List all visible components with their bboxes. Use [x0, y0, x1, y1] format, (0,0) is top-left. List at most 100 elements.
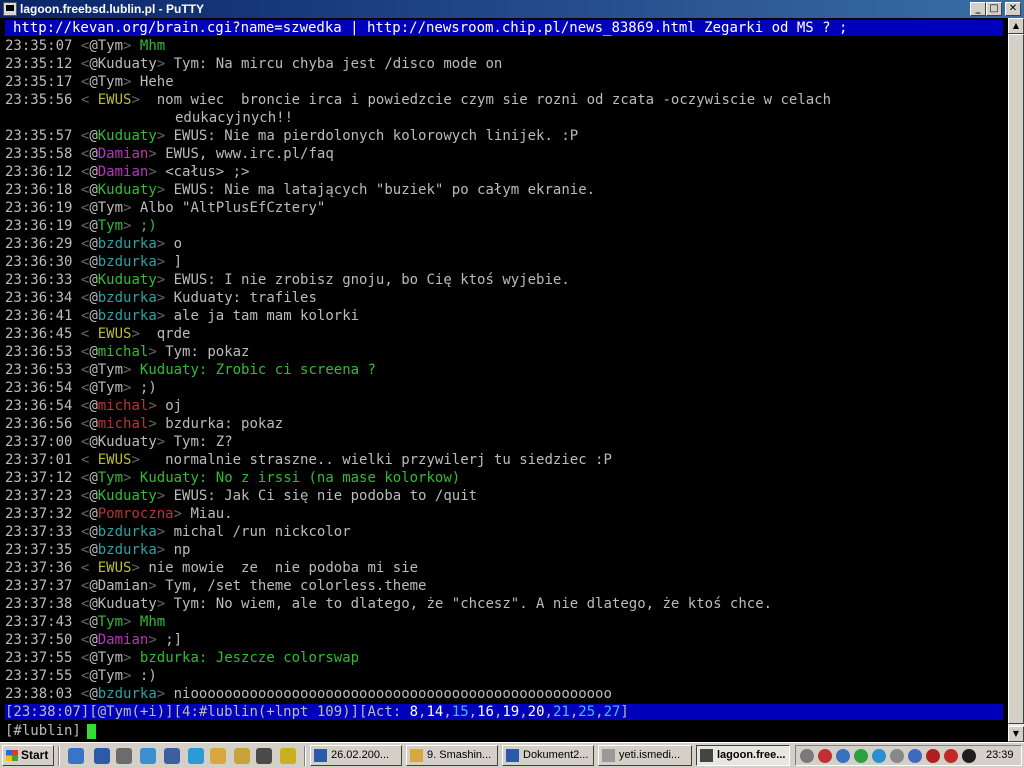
folder-quicklaunch-icon[interactable] — [234, 748, 250, 764]
chat-line: 23:36:53 <@michal> Tym: pokaz — [5, 343, 1005, 361]
nick-mode: @ — [89, 236, 98, 252]
task-button-dokument[interactable]: Dokument2... — [502, 745, 594, 766]
message-text: Hehe — [139, 74, 174, 90]
timestamp: 23:35:12 — [5, 56, 73, 72]
timestamp: 23:37:37 — [5, 578, 73, 594]
activity-window-number: 27 — [603, 704, 621, 720]
message-text: EWUS: Nie ma latających "buziek" po cały… — [173, 182, 596, 198]
nick-mode: @ — [89, 200, 98, 216]
network-quicklaunch-icon[interactable] — [164, 748, 180, 764]
chat-line: 23:36:19 <@Tym> ;) — [5, 217, 1005, 235]
act-separator: , — [595, 704, 604, 720]
activity-window-number: 25 — [578, 704, 596, 720]
tray-network-icon[interactable] — [800, 749, 814, 763]
misc-quicklaunch-icon[interactable] — [280, 748, 296, 764]
message-text: nom wiec broncie irca i powiedzcie czym … — [148, 92, 832, 108]
tray-green-icon[interactable] — [854, 749, 868, 763]
nick-close-bracket: > — [156, 488, 174, 504]
message-text: Tym: No wiem, ale to dlatego, że "chcesz… — [173, 596, 773, 612]
timestamp: 23:36:54 — [5, 380, 73, 396]
nick-mode: @ — [89, 470, 98, 486]
nick-mode: @ — [89, 542, 98, 558]
nick-close-bracket: > — [148, 344, 166, 360]
taskbar: Start 26.02.200... 9. Smashin... Dokumen… — [0, 742, 1024, 768]
title-bar[interactable]: lagoon.freebsd.lublin.pl - PuTTY _ □ ✕ — [0, 0, 1024, 18]
word-quicklaunch-icon[interactable] — [94, 748, 110, 764]
scroll-thumb[interactable] — [1008, 34, 1024, 724]
task-button-yeti[interactable]: yeti.ismedi... — [598, 745, 692, 766]
tray-messenger-icon[interactable] — [908, 749, 922, 763]
timestamp: 23:35:58 — [5, 146, 73, 162]
task-button-smashing[interactable]: 9. Smashin... — [406, 745, 498, 766]
input-line[interactable]: [#lublin] — [5, 722, 96, 740]
terminal-area[interactable]: http://kevan.org/brain.cgi?name=szwedka … — [0, 18, 1008, 742]
nick-mode: @ — [89, 506, 98, 522]
timestamp: 23:36:12 — [5, 164, 73, 180]
vertical-scrollbar[interactable]: ▲ ▼ — [1008, 18, 1024, 742]
task-button-doc[interactable]: 26.02.200... — [310, 745, 402, 766]
timestamp: 23:36:41 — [5, 308, 73, 324]
nick: Kuduaty — [97, 596, 157, 612]
clock[interactable]: 23:39 — [986, 746, 1014, 765]
timestamp: 23:36:54 — [5, 398, 73, 414]
timestamp: 23:37:32 — [5, 506, 73, 522]
tray-antivirus-icon[interactable] — [926, 749, 940, 763]
putty-icon[interactable] — [3, 2, 17, 16]
maximize-button[interactable]: □ — [986, 2, 1002, 16]
tool-quicklaunch-icon[interactable] — [210, 748, 226, 764]
timestamp: 23:36:34 — [5, 290, 73, 306]
chat-line: 23:36:34 <@bzdurka> Kuduaty: trafiles — [5, 289, 1005, 307]
minimize-button[interactable]: _ — [970, 2, 986, 16]
nick-close-bracket: > — [123, 200, 140, 216]
message-text: qrde — [148, 326, 191, 342]
tray-dark-icon[interactable] — [962, 749, 976, 763]
nick: Tym — [97, 74, 124, 90]
channel-prompt: [#lublin] — [5, 723, 81, 739]
app-quicklaunch-icon[interactable] — [116, 748, 132, 764]
activity-window-number: 21 — [552, 704, 570, 720]
nick-mode: @ — [89, 578, 98, 594]
tray-app-icon[interactable] — [836, 749, 850, 763]
tray-red-icon[interactable] — [944, 749, 958, 763]
nick: Tym — [97, 614, 124, 630]
nick-mode: @ — [89, 38, 98, 54]
start-label: Start — [21, 748, 49, 762]
start-button[interactable]: Start — [2, 745, 54, 766]
tray-alert-icon[interactable] — [818, 749, 832, 763]
status-window: [4:#lublin(+lnpt 109)] — [173, 704, 360, 720]
ie2-quicklaunch-icon[interactable] — [188, 748, 204, 764]
act-separator: , — [544, 704, 553, 720]
chat-line: 23:38:03 <@bzdurka> nioooooooooooooooooo… — [5, 685, 1005, 703]
timestamp: 23:37:23 — [5, 488, 73, 504]
tray-volume-icon[interactable] — [890, 749, 904, 763]
media-quicklaunch-icon[interactable] — [256, 748, 272, 764]
task-button-putty[interactable]: lagoon.free... — [696, 745, 790, 766]
close-button[interactable]: ✕ — [1005, 2, 1021, 16]
tray-globe-icon[interactable] — [872, 749, 886, 763]
nick-mode: @ — [89, 56, 98, 72]
timestamp: 23:36:56 — [5, 416, 73, 432]
nick-close-bracket: > — [148, 146, 166, 162]
chat-line: 23:36:56 <@michal> bzdurka: pokaz — [5, 415, 1005, 433]
browser-quicklaunch-icon[interactable] — [140, 748, 156, 764]
nick-mode: @ — [89, 596, 98, 612]
nick: Pomroczna — [97, 506, 174, 522]
scroll-up-icon[interactable]: ▲ — [1008, 18, 1024, 34]
scroll-down-icon[interactable]: ▼ — [1008, 726, 1024, 742]
nick-mode: @ — [89, 290, 98, 306]
message-text: Mhm — [139, 614, 166, 630]
message-text: ;) — [139, 218, 157, 234]
ie-quicklaunch-icon[interactable] — [68, 748, 84, 764]
status-bar: [23:38:07][@Tym(+i)][4:#lublin(+lnpt 109… — [5, 704, 1003, 720]
chat-line: 23:36:41 <@bzdurka> ale ja tam mam kolor… — [5, 307, 1005, 325]
